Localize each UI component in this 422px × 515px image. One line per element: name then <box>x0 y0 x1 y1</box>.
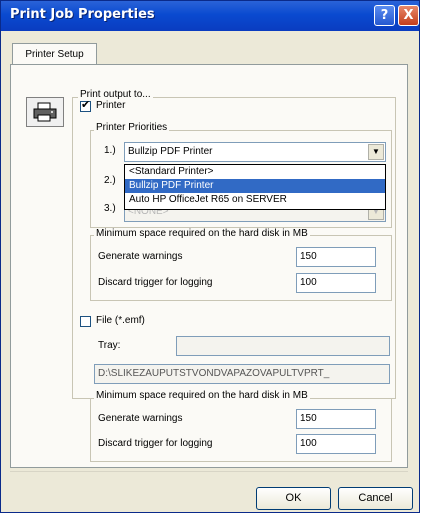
printer-priorities-label: Printer Priorities <box>94 122 170 133</box>
printer-generate-warnings-label: Generate warnings <box>98 251 183 262</box>
close-button[interactable]: X <box>398 5 419 26</box>
dropdown-option[interactable]: Auto HP OfficeJet R65 on SERVER <box>125 193 385 207</box>
printer-discard-trigger-input[interactable]: 100 <box>296 273 376 293</box>
priority-1-label: 1.) <box>104 145 116 156</box>
printer-checkbox-tick: ✔ <box>81 99 91 111</box>
tab-printer-setup[interactable]: Printer Setup <box>12 43 97 65</box>
dropdown-option[interactable]: <Standard Printer> <box>125 165 385 179</box>
tray-input[interactable] <box>176 336 390 356</box>
file-discard-trigger-label: Discard trigger for logging <box>98 438 213 449</box>
printer-dropdown-list[interactable]: <Standard Printer> Bullzip PDF Printer A… <box>124 164 386 210</box>
printer-disk-space-label: Minimum space required on the hard disk … <box>94 228 310 239</box>
output-path-input[interactable]: D:\SLIKEZAUPUTSTVONDVAPAZOVAPULTVPRT_ <box>94 364 390 384</box>
printer-discard-trigger-label: Discard trigger for logging <box>98 277 213 288</box>
printer-checkbox-label: Printer <box>96 100 126 111</box>
printer-checkbox[interactable]: ✔ <box>80 99 91 112</box>
priority-1-value: Bullzip PDF Printer <box>128 146 213 157</box>
printer-icon <box>26 97 64 127</box>
file-generate-warnings-label: Generate warnings <box>98 413 183 424</box>
file-checkbox-label: File (*.emf) <box>96 315 145 326</box>
printer-generate-warnings-input[interactable]: 150 <box>296 247 376 267</box>
file-checkbox[interactable] <box>80 316 91 327</box>
ok-button[interactable]: OK <box>256 487 331 510</box>
help-button[interactable]: ? <box>374 5 395 26</box>
file-generate-warnings-input[interactable]: 150 <box>296 409 376 429</box>
window-title: Print Job Properties <box>10 7 155 22</box>
chevron-down-icon[interactable]: ▼ <box>368 144 384 160</box>
priority-2-label: 2.) <box>104 175 116 186</box>
tray-label: Tray: <box>98 340 121 351</box>
priority-3-label: 3.) <box>104 203 116 214</box>
file-discard-trigger-input[interactable]: 100 <box>296 434 376 454</box>
dropdown-option-selected[interactable]: Bullzip PDF Printer <box>125 179 385 193</box>
file-disk-space-label: Minimum space required on the hard disk … <box>94 390 310 401</box>
cancel-button[interactable]: Cancel <box>338 487 413 510</box>
title-bar[interactable]: Print Job Properties ? X <box>1 1 419 31</box>
bottom-separator <box>10 471 408 472</box>
priority-1-select[interactable]: Bullzip PDF Printer ▼ <box>124 142 386 162</box>
